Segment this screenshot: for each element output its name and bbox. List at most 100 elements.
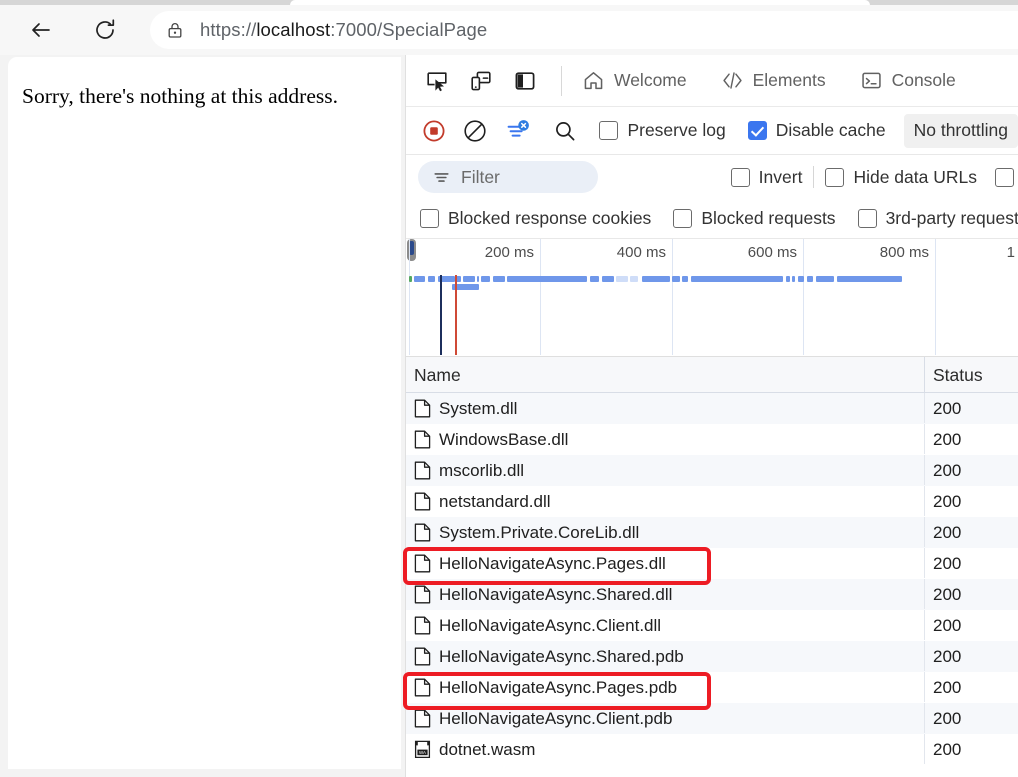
inspect-element-icon (427, 71, 447, 91)
filter-divider (813, 166, 815, 188)
blocked-requests-box (673, 209, 693, 228)
request-name-cell: WindowsBase.dll (414, 424, 568, 455)
request-status: 200 (933, 615, 962, 635)
home-icon (584, 72, 603, 90)
document-icon (414, 492, 431, 511)
wasm-icon: WA (414, 740, 431, 759)
tab-welcome[interactable]: Welcome (572, 61, 697, 101)
filter-icon (434, 172, 449, 182)
preserve-log-label: Preserve log (627, 120, 726, 140)
document-icon (414, 461, 431, 480)
table-row[interactable]: WA dotnet.wasm 200 (406, 734, 1018, 765)
blocked-requests-checkbox[interactable]: Blocked requests (673, 208, 836, 229)
back-arrow-icon (32, 23, 50, 37)
tab-console-label: Console (891, 70, 956, 90)
request-name-cell: HelloNavigateAsync.Client.pdb (414, 703, 672, 734)
request-name: HelloNavigateAsync.Shared.dll (439, 584, 673, 604)
network-filter-row: Filter Invert Hide data URLs (406, 155, 1018, 199)
invert-box (730, 167, 750, 187)
search-icon (555, 121, 575, 140)
extra-filter-checkbox[interactable] (995, 167, 1014, 187)
table-row[interactable]: HelloNavigateAsync.Shared.dll 200 (406, 579, 1018, 610)
document-icon (414, 554, 431, 573)
request-status: 200 (933, 553, 962, 573)
filter-placeholder: Filter (461, 166, 500, 187)
column-header-name[interactable]: Name (406, 357, 924, 393)
filter-input[interactable]: Filter (418, 161, 598, 193)
overview-tick-600: 600 ms (747, 244, 797, 261)
console-icon (861, 72, 881, 89)
clear-button[interactable] (457, 113, 495, 149)
device-emulation-button[interactable] (459, 61, 503, 101)
dock-side-button[interactable] (503, 61, 547, 101)
device-emulation-icon (471, 71, 491, 90)
table-row[interactable]: HelloNavigateAsync.Pages.pdb 200 (406, 672, 1018, 703)
url-scheme: https:// (200, 19, 257, 40)
overview-tick-1000: 1 (1006, 244, 1015, 261)
document-icon (414, 709, 431, 728)
disable-cache-checkbox[interactable]: Disable cache (747, 120, 886, 141)
dock-side-icon (515, 71, 535, 90)
request-name: HelloNavigateAsync.Shared.pdb (439, 646, 684, 666)
address-bar-url: https://localhost:7000/SpecialPage (200, 19, 487, 41)
inspect-element-button[interactable] (415, 61, 459, 101)
toolbar-divider (561, 65, 562, 96)
dom-content-loaded-line (440, 275, 442, 355)
third-party-requests-label: 3rd-party request (885, 208, 1018, 228)
table-row[interactable]: HelloNavigateAsync.Client.pdb 200 (406, 703, 1018, 734)
document-icon (414, 399, 431, 418)
request-status: 200 (933, 677, 962, 697)
tab-console[interactable]: Console (850, 61, 966, 101)
document-icon (414, 678, 431, 697)
request-name-cell: HelloNavigateAsync.Client.dll (414, 610, 661, 641)
filter-toggle-button[interactable] (498, 112, 536, 149)
request-name: mscorlib.dll (439, 460, 525, 480)
table-row[interactable]: WindowsBase.dll 200 (406, 424, 1018, 455)
table-row[interactable]: HelloNavigateAsync.Shared.pdb 200 (406, 641, 1018, 672)
request-status: 200 (933, 491, 962, 511)
blocked-response-cookies-checkbox[interactable]: Blocked response cookies (420, 208, 651, 229)
lock-icon (168, 23, 182, 38)
invert-checkbox[interactable]: Invert (730, 166, 803, 188)
record-button[interactable] (415, 112, 453, 149)
address-bar[interactable]: https://localhost:7000/SpecialPage (150, 11, 1018, 49)
request-status: 200 (933, 398, 962, 418)
blocked-response-cookies-box (420, 209, 439, 228)
request-name: HelloNavigateAsync.Pages.pdb (439, 677, 678, 697)
table-row[interactable]: HelloNavigateAsync.Pages.dll 200 (406, 548, 1018, 579)
hide-data-urls-checkbox[interactable]: Hide data URLs (825, 167, 977, 188)
throttling-select[interactable]: No throttling (903, 113, 1018, 148)
network-filter-row-2: Blocked response cookies Blocked request… (406, 199, 1018, 239)
tab-elements-label: Elements (752, 70, 826, 90)
tab-welcome-label: Welcome (614, 70, 687, 90)
filter-off-icon (507, 119, 529, 137)
reload-button[interactable] (88, 13, 122, 47)
disable-cache-label: Disable cache (775, 120, 886, 140)
requests-list: System.dll 200 WindowsBase.dll 200 mscorlib.… (406, 393, 1018, 765)
request-name: HelloNavigateAsync.Client.dll (439, 615, 662, 635)
throttling-label: No throttling (913, 120, 1008, 140)
back-button[interactable] (24, 13, 58, 47)
table-row[interactable]: HelloNavigateAsync.Client.dll 200 (406, 610, 1018, 641)
third-party-requests-checkbox[interactable]: 3rd-party request (857, 208, 1018, 229)
preserve-log-box (599, 121, 619, 140)
table-row[interactable]: mscorlib.dll 200 (406, 455, 1018, 486)
preserve-log-checkbox[interactable]: Preserve log (599, 120, 726, 141)
table-row[interactable]: netstandard.dll 200 (406, 486, 1018, 517)
search-button[interactable] (546, 113, 584, 149)
url-host: localhost (256, 19, 331, 40)
request-name: HelloNavigateAsync.Client.pdb (439, 708, 673, 728)
browser-window: https://localhost:7000/SpecialPage Sorry… (0, 0, 1018, 777)
request-name-cell: System.dll (414, 393, 517, 424)
browser-toolbar: https://localhost:7000/SpecialPage (0, 5, 1018, 55)
document-icon (414, 585, 431, 604)
network-overview[interactable]: 200 ms 400 ms 600 ms 800 ms 1 (406, 239, 1018, 357)
column-header-status[interactable]: Status (925, 357, 1018, 393)
overview-tick-800: 800 ms (879, 244, 929, 261)
tab-elements[interactable]: Elements (711, 61, 836, 101)
request-name: dotnet.wasm (439, 739, 536, 759)
blocked-response-cookies-label: Blocked response cookies (448, 208, 652, 228)
table-row[interactable]: System.Private.CoreLib.dll 200 (406, 517, 1018, 548)
table-row[interactable]: System.dll 200 (406, 393, 1018, 424)
invert-label: Invert (758, 166, 803, 187)
